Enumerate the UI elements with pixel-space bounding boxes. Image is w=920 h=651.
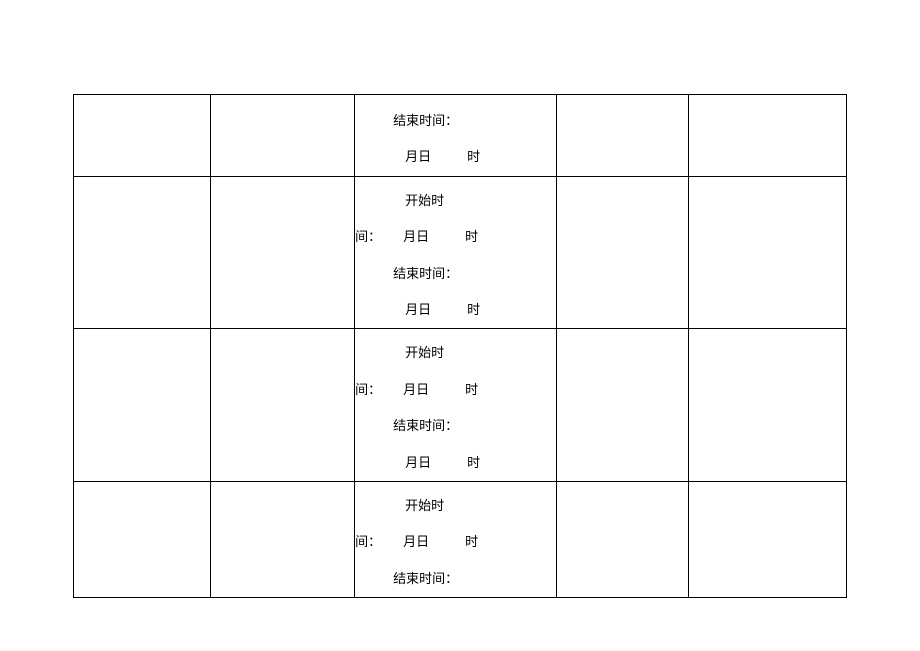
start-time-label: 开始时: [405, 345, 444, 360]
cell-empty: [211, 176, 355, 329]
start-time-label: 开始时: [405, 193, 444, 208]
month-day-label: 月日: [403, 382, 429, 397]
cell-empty: [556, 481, 688, 597]
table-row: 开始时 间：月日时 结束时间： 月日时: [74, 329, 847, 482]
cell-empty: [74, 176, 211, 329]
cell-empty: [688, 481, 846, 597]
hour-label: 时: [467, 302, 480, 317]
start-suffix-label: 间：: [355, 382, 381, 397]
month-day-label: 月日: [405, 455, 431, 470]
start-suffix-label: 间：: [355, 534, 381, 549]
cell-empty: [688, 95, 846, 177]
cell-empty: [74, 481, 211, 597]
cell-empty: [211, 481, 355, 597]
cell-empty: [211, 329, 355, 482]
end-time-label: 结束时间：: [393, 266, 458, 281]
start-suffix-label: 间：: [355, 229, 381, 244]
cell-empty: [688, 329, 846, 482]
month-day-label: 月日: [405, 149, 431, 164]
hour-label: 时: [465, 534, 478, 549]
end-time-label: 结束时间：: [393, 113, 458, 128]
table-row: 结束时间： 月日 时: [74, 95, 847, 177]
hour-label: 时: [467, 455, 480, 470]
table-row: 开始时 间：月日时 结束时间： 月日时: [74, 176, 847, 329]
hour-label: 时: [465, 382, 478, 397]
start-time-label: 开始时: [405, 498, 444, 513]
cell-time: 结束时间： 月日 时: [355, 95, 556, 177]
time-schedule-table: 结束时间： 月日时 开始时 间：月日时 结束时间： 月日时: [73, 94, 847, 598]
cell-empty: [211, 95, 355, 177]
cell-time: 开始时 间：月日时 结束时间： 月日时: [355, 329, 556, 482]
cell-empty: [74, 95, 211, 177]
hour-label: 时: [467, 149, 480, 164]
cell-time: 开始时 间： 月日 时 结束时间：: [355, 481, 556, 597]
hour-label: 时: [465, 229, 478, 244]
month-day-label: 月日: [403, 229, 429, 244]
cell-empty: [74, 329, 211, 482]
table-row: 开始时 间： 月日 时 结束时间：: [74, 481, 847, 597]
cell-empty: [556, 176, 688, 329]
end-time-label: 结束时间：: [393, 418, 458, 433]
month-day-label: 月日: [405, 302, 431, 317]
cell-empty: [688, 176, 846, 329]
cell-empty: [556, 95, 688, 177]
schedule-table: 结束时间： 月日时 开始时 间：月日时 结束时间： 月日时: [73, 94, 847, 598]
cell-time: 开始时 间：月日时 结束时间： 月日时: [355, 176, 556, 329]
month-day-label: 月日: [403, 534, 429, 549]
cell-empty: [556, 329, 688, 482]
end-time-label: 结束时间：: [393, 571, 458, 586]
